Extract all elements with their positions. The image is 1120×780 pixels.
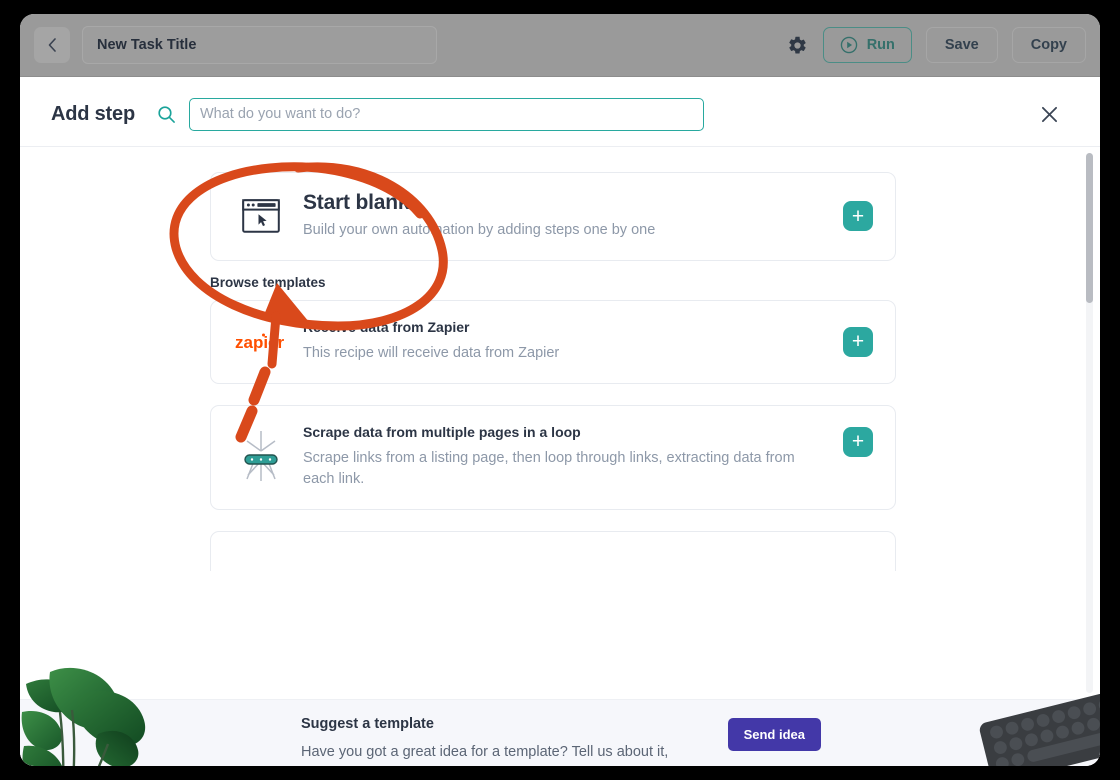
topbar-actions: Run Save Copy <box>787 27 1086 63</box>
footer-description: Have you got a great idea for a template… <box>301 744 669 760</box>
search-input[interactable] <box>188 97 704 131</box>
back-button[interactable] <box>34 27 70 63</box>
template-scrape-loop-title: Scrape data from multiple pages in a loo… <box>303 423 581 440</box>
zapier-logo-icon: zapier <box>233 327 289 357</box>
gear-glyph <box>789 36 806 54</box>
scrollbar-track[interactable] <box>1086 153 1093 693</box>
scrollbar-thumb[interactable] <box>1086 153 1093 303</box>
app-screen: New Task Title Run Save Copy Add step Wh… <box>20 14 1100 766</box>
template-card-zapier[interactable]: zapier Receive data from Zapier This rec… <box>210 299 896 384</box>
close-icon <box>1041 106 1057 122</box>
copy-button-label: Copy <box>1030 37 1067 53</box>
run-button-label: Run <box>866 37 895 53</box>
modal-header: Add step <box>20 82 1100 147</box>
template-card-partial[interactable] <box>210 531 896 571</box>
add-step-modal: Add step What do you want to do? Start b… <box>20 82 1100 766</box>
footer-text-block: Suggest a template Have you got a great … <box>301 716 728 766</box>
send-idea-button[interactable]: Send idea <box>727 718 821 751</box>
run-button[interactable]: Run <box>822 27 912 63</box>
search-icon[interactable] <box>157 105 176 124</box>
footer-content: Suggest a template Have you got a great … <box>301 716 821 766</box>
modal-scroll-body[interactable]: Start blank Build your own automation by… <box>20 147 1100 699</box>
task-title-text: New Task Title <box>97 37 197 53</box>
template-card-scrape-loop[interactable]: Scrape data from multiple pages in a loo… <box>210 404 896 510</box>
step-list: Start blank Build your own automation by… <box>20 147 1078 571</box>
start-blank-card[interactable]: Start blank Build your own automation by… <box>210 172 896 261</box>
add-start-blank-button[interactable]: + <box>843 201 873 232</box>
chevron-left-icon <box>48 38 56 52</box>
template-scrape-loop-text: Scrape data from multiple pages in a loo… <box>289 424 843 492</box>
search-area <box>157 97 1036 131</box>
task-title-field[interactable]: New Task Title <box>82 26 437 64</box>
template-zapier-text: Receive data from Zapier This recipe wil… <box>289 319 843 365</box>
template-zapier-desc: This recipe will receive data from Zapie… <box>303 344 560 361</box>
browse-templates-label: Browse templates <box>210 274 326 290</box>
start-blank-desc: Build your own automation by adding step… <box>303 222 656 238</box>
template-zapier-title: Receive data from Zapier <box>303 318 470 335</box>
save-button[interactable]: Save <box>925 27 998 63</box>
gear-icon[interactable] <box>787 34 809 56</box>
close-button[interactable] <box>1036 101 1062 127</box>
device-bezel: New Task Title Run Save Copy Add step Wh… <box>0 0 1120 780</box>
copy-button[interactable]: Copy <box>1011 27 1086 63</box>
modal-title: Add step <box>51 102 135 125</box>
play-circle-icon <box>840 36 859 55</box>
add-template-zapier-button[interactable]: + <box>843 326 873 357</box>
app-topbar: New Task Title Run Save Copy <box>20 14 1100 76</box>
save-button-label: Save <box>944 37 979 53</box>
suggest-template-footer: Suggest a template Have you got a great … <box>20 699 1100 766</box>
swiss-army-knife-icon <box>233 429 289 485</box>
topbar-divider <box>20 76 1100 77</box>
footer-title: Suggest a template <box>301 716 434 732</box>
svg-text:zapier: zapier <box>235 333 285 352</box>
start-blank-title: Start blank <box>303 191 410 214</box>
add-template-scrape-loop-button[interactable]: + <box>843 426 873 457</box>
browser-window-cursor-icon <box>233 199 289 234</box>
start-blank-text: Start blank Build your own automation by… <box>289 191 843 242</box>
template-scrape-loop-desc: Scrape links from a listing page, then l… <box>303 449 795 488</box>
